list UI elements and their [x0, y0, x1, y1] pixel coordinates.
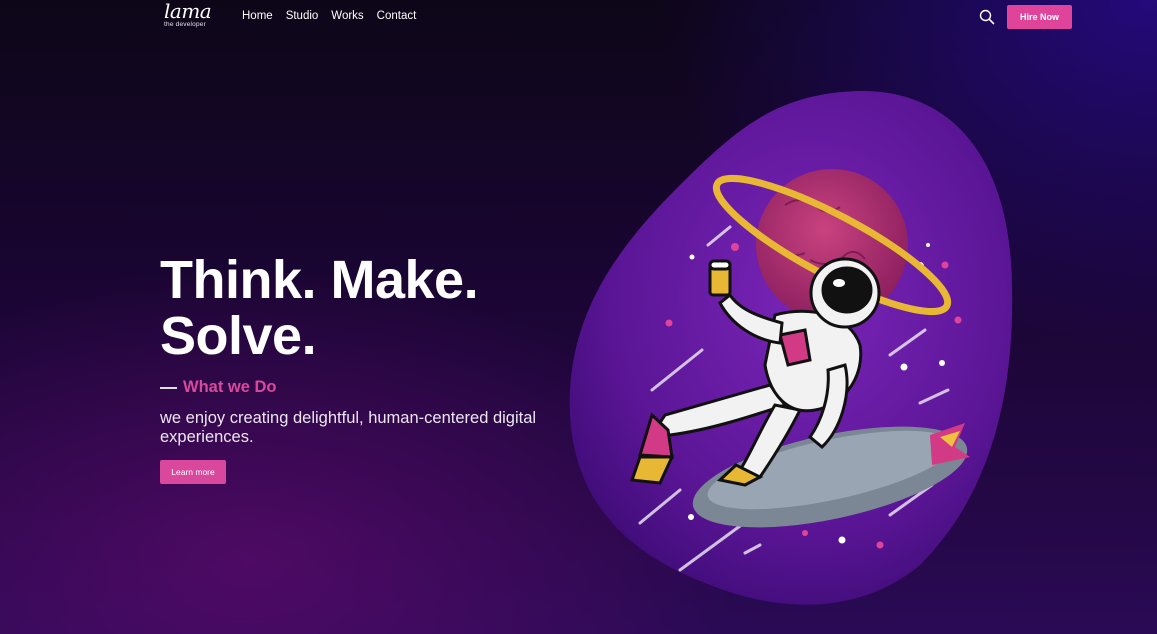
- nav-link-home[interactable]: Home: [242, 10, 273, 22]
- top-navbar: lama the developer Home Studio Works Con…: [0, 0, 1157, 34]
- hire-now-button[interactable]: Hire Now: [1007, 5, 1072, 29]
- search-icon[interactable]: [979, 9, 995, 25]
- hero-description: we enjoy creating delightful, human-cent…: [160, 409, 537, 446]
- learn-more-button[interactable]: Learn more: [160, 460, 226, 484]
- nav-link-studio[interactable]: Studio: [286, 10, 319, 22]
- astronaut-illustration: [560, 85, 1020, 615]
- hero-headline: Think. Make. Solve.: [160, 250, 479, 366]
- headline-line-2: Solve.: [160, 306, 317, 366]
- logo-subtitle: the developer: [164, 21, 206, 28]
- nav-link-contact[interactable]: Contact: [377, 10, 417, 22]
- section-label: What we Do: [160, 378, 277, 397]
- label-dash: [160, 386, 177, 389]
- main-menu: Home Studio Works Contact: [242, 10, 429, 22]
- logo-text: lama: [164, 0, 212, 23]
- illustration-svg: [569, 90, 1013, 605]
- section-label-text: What we Do: [183, 378, 277, 396]
- brand-logo[interactable]: lama the developer: [162, 0, 214, 30]
- headline-line-1: Think. Make.: [160, 250, 479, 310]
- nav-link-works[interactable]: Works: [331, 10, 363, 22]
